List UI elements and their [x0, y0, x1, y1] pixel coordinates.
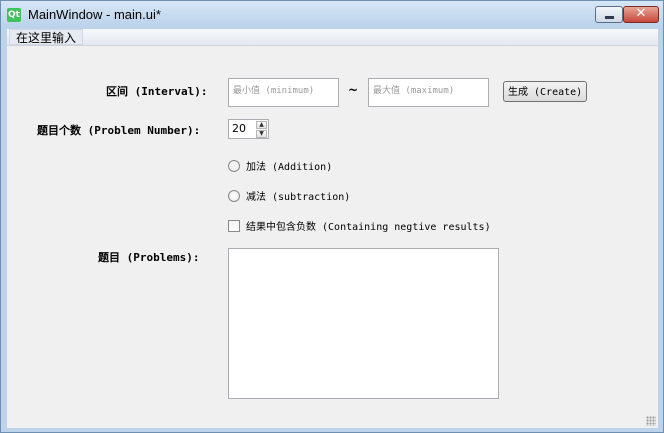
- close-button[interactable]: ✕: [623, 6, 659, 23]
- max-placeholder: 最大值 (maximum): [373, 86, 455, 96]
- problems-label: 题目 (Problems):: [98, 251, 200, 264]
- addition-radio[interactable]: [228, 160, 240, 172]
- create-button[interactable]: 生成 (Create): [503, 81, 588, 102]
- spin-down-arrow-icon[interactable]: ▼: [256, 130, 267, 138]
- problem-number-value: 20: [232, 122, 246, 135]
- subtraction-label: 减法 (subtraction): [246, 188, 350, 203]
- spin-up-arrow-icon[interactable]: ▲: [256, 121, 267, 129]
- problem-number-label: 题目个数 (Problem Number):: [37, 124, 201, 137]
- create-button-label: 生成 (Create): [508, 87, 583, 98]
- negative-results-label: 结果中包含负数 (Containing negtive results): [246, 218, 491, 233]
- minimize-icon: [605, 16, 614, 19]
- min-input[interactable]: 最小值 (minimum): [228, 78, 339, 107]
- interval-label: 区间 (Interval):: [106, 85, 208, 98]
- negative-results-label-text: 结果中包含负数 (Containing negtive results): [246, 222, 491, 233]
- window-title: MainWindow - main.ui*: [28, 7, 161, 22]
- min-placeholder: 最小值 (minimum): [233, 86, 315, 96]
- range-separator: ~: [348, 83, 359, 97]
- qt-app-icon: Qt: [7, 8, 21, 22]
- problems-textarea[interactable]: [228, 248, 499, 399]
- size-grip-icon[interactable]: [646, 416, 656, 426]
- menu-item-type-here[interactable]: 在这里输入: [9, 29, 84, 45]
- main-window: Qt MainWindow - main.ui* ✕ 在这里输入 区间 (Int…: [0, 0, 664, 433]
- problem-number-spinbox[interactable]: 20 ▲ ▼: [228, 119, 269, 139]
- max-input[interactable]: 最大值 (maximum): [368, 78, 489, 107]
- title-bar[interactable]: Qt MainWindow - main.ui* ✕: [1, 1, 663, 29]
- subtraction-radio[interactable]: [228, 190, 240, 202]
- close-icon: ✕: [635, 6, 647, 21]
- subtraction-label-text: 减法 (subtraction): [246, 192, 351, 203]
- negative-results-checkbox[interactable]: [228, 220, 240, 232]
- minimize-button[interactable]: [595, 6, 623, 23]
- client-area: 在这里输入 区间 (Interval): 最小值 (minimum) ~ 最大值…: [7, 29, 658, 428]
- addition-label-text: 加法 (Addition): [246, 162, 333, 173]
- addition-label: 加法 (Addition): [246, 158, 332, 173]
- menu-bar: 在这里输入: [7, 29, 658, 46]
